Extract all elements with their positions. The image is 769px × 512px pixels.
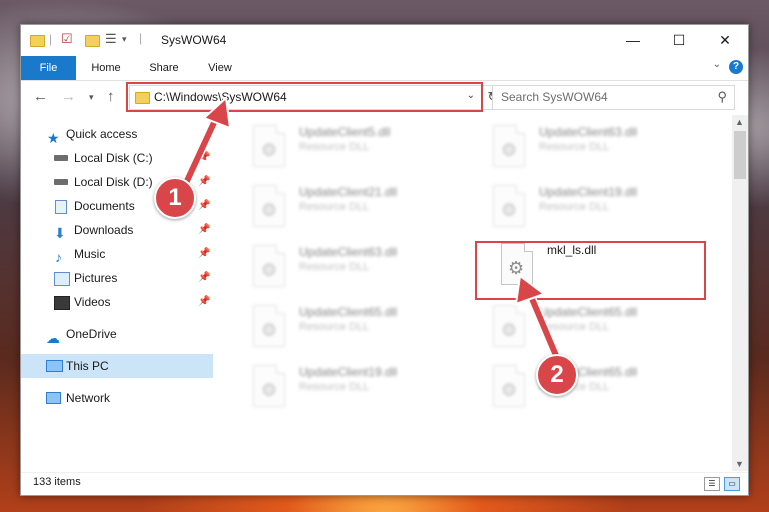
pin-icon[interactable]: 📌 [198, 242, 210, 266]
file-type: Resource DLL [299, 381, 370, 393]
monitor-icon [46, 360, 63, 372]
maximize-button[interactable]: ☐ [656, 25, 702, 55]
scrollbar-thumb[interactable] [734, 131, 746, 179]
file-type: Resource DLL [539, 141, 610, 153]
gear-icon: ⚙ [261, 380, 278, 400]
close-button[interactable]: ✕ [702, 25, 748, 55]
drive-icon [54, 155, 68, 161]
sidebar-item-pictures[interactable]: Pictures 📌 [21, 266, 213, 290]
new-folder-icon[interactable] [85, 35, 100, 47]
sidebar-item-this-pc[interactable]: This PC [21, 354, 213, 378]
pin-icon[interactable]: 📌 [198, 290, 210, 314]
up-icon[interactable]: ↑ [107, 88, 115, 105]
sidebar-item-label: Music [74, 247, 106, 261]
callout-badge-2: 2 [536, 354, 578, 396]
file-name: UpdateClient19.dll [299, 365, 398, 379]
item-count: 133 items [33, 476, 81, 488]
sidebar-item-label: Network [66, 391, 111, 405]
tab-view[interactable]: View [195, 56, 245, 80]
file-name: UpdateClient63.dll [539, 125, 638, 139]
downloads-icon: ⬇ [54, 225, 66, 241]
file-name: UpdateClient63.dll [299, 245, 398, 259]
sidebar-item-label: Pictures [74, 271, 118, 285]
scroll-up-icon[interactable]: ▲ [735, 117, 744, 127]
file-type: Resource DLL [299, 201, 370, 213]
title-bar: | ☑ ☰ ▾ | SysWOW64 — ☐ ✕ [21, 25, 748, 56]
sidebar-item-downloads[interactable]: ⬇ Downloads 📌 [21, 218, 213, 242]
sidebar-item-label: Local Disk (D:) [74, 175, 153, 189]
file-type: Resource DLL [299, 261, 370, 273]
file-name: UpdateClient19.dll [539, 185, 638, 199]
gear-icon: ⚙ [261, 320, 278, 340]
file-name: UpdateClient5.dll [299, 125, 391, 139]
chevron-down-icon[interactable]: ▾ [122, 34, 127, 45]
vertical-scrollbar[interactable]: ▲ ▼ [732, 115, 748, 471]
tab-home[interactable]: Home [81, 56, 131, 80]
file-name: UpdateClient65.dll [299, 305, 398, 319]
sidebar-item-label: This PC [66, 359, 109, 373]
separator: | [139, 31, 143, 45]
drive-icon [54, 179, 68, 185]
gear-icon: ⚙ [261, 140, 278, 160]
large-icons-view-icon[interactable]: ▭ [724, 477, 740, 491]
details-view-icon[interactable]: ☰ [704, 477, 720, 491]
back-icon[interactable]: ← [33, 88, 48, 105]
list-item[interactable]: ⚙ UpdateClient65.dll Resource DLL [239, 299, 465, 351]
help-icon[interactable]: ? [729, 60, 743, 74]
sidebar-item-label: Videos [74, 295, 111, 309]
file-type: Resource DLL [299, 141, 370, 153]
gear-icon: ⚙ [261, 260, 278, 280]
sidebar-item-onedrive[interactable]: ☁ OneDrive [21, 322, 213, 346]
status-bar: 133 items ☰ ▭ [21, 472, 748, 495]
cloud-icon: ☁ [46, 330, 60, 346]
music-icon: ♪ [55, 249, 62, 265]
gear-icon: ⚙ [501, 380, 518, 400]
gear-icon: ⚙ [501, 200, 518, 220]
list-item[interactable]: ⚙ UpdateClient63.dll Resource DLL [479, 119, 705, 171]
sidebar-item-music[interactable]: ♪ Music 📌 [21, 242, 213, 266]
minimize-button[interactable]: — [610, 25, 656, 55]
list-item[interactable]: ⚙ UpdateClient19.dll Resource DLL [239, 359, 465, 411]
network-icon [46, 392, 61, 404]
pin-icon[interactable]: 📌 [198, 218, 210, 242]
tab-file[interactable]: File [21, 56, 76, 80]
file-name: UpdateClient21.dll [299, 185, 398, 199]
list-item[interactable]: ⚙ UpdateClient63.dll Resource DLL [239, 239, 465, 291]
ribbon-collapse-icon[interactable]: ⌄ [713, 59, 721, 70]
pin-icon[interactable]: 📌 [198, 266, 210, 290]
search-box[interactable]: Search SysWOW64 ⚲ [492, 85, 735, 110]
sidebar-item-videos[interactable]: Videos 📌 [21, 290, 213, 314]
search-icon: ⚲ [717, 89, 727, 104]
properties-icon[interactable]: ☑ [61, 31, 73, 47]
star-icon: ★ [47, 130, 60, 146]
tab-share[interactable]: Share [139, 56, 189, 80]
sidebar-item-network[interactable]: Network [21, 386, 213, 410]
documents-icon [55, 200, 67, 214]
list-item[interactable]: ⚙ UpdateClient19.dll Resource DLL [479, 179, 705, 231]
customize-icon[interactable]: ☰ [105, 31, 117, 47]
sidebar-item-label: Documents [74, 199, 135, 213]
scroll-down-icon[interactable]: ▼ [735, 459, 744, 469]
gear-icon: ⚙ [501, 140, 518, 160]
sidebar-item-label: Quick access [66, 127, 138, 141]
videos-icon [54, 296, 70, 310]
file-type: Resource DLL [539, 201, 610, 213]
forward-icon[interactable]: → [61, 88, 76, 105]
gear-icon: ⚙ [261, 200, 278, 220]
sidebar-item-label: Downloads [74, 223, 134, 237]
sidebar-item-label: OneDrive [66, 327, 117, 341]
list-item[interactable]: ⚙ UpdateClient21.dll Resource DLL [239, 179, 465, 231]
ribbon-tabs: File Home Share View ⌄ ? [21, 56, 748, 81]
pictures-icon [54, 272, 70, 286]
search-input[interactable]: Search SysWOW64 [501, 90, 608, 104]
callout-badge-1: 1 [154, 177, 196, 219]
recent-locations-icon[interactable]: ▾ [89, 92, 94, 103]
window-title: SysWOW64 [161, 33, 227, 47]
folder-icon [30, 35, 45, 47]
list-item[interactable]: ⚙ UpdateClient5.dll Resource DLL [239, 119, 465, 171]
separator: | [49, 32, 53, 46]
file-type: Resource DLL [299, 321, 370, 333]
sidebar-item-label: Local Disk (C:) [74, 151, 153, 165]
